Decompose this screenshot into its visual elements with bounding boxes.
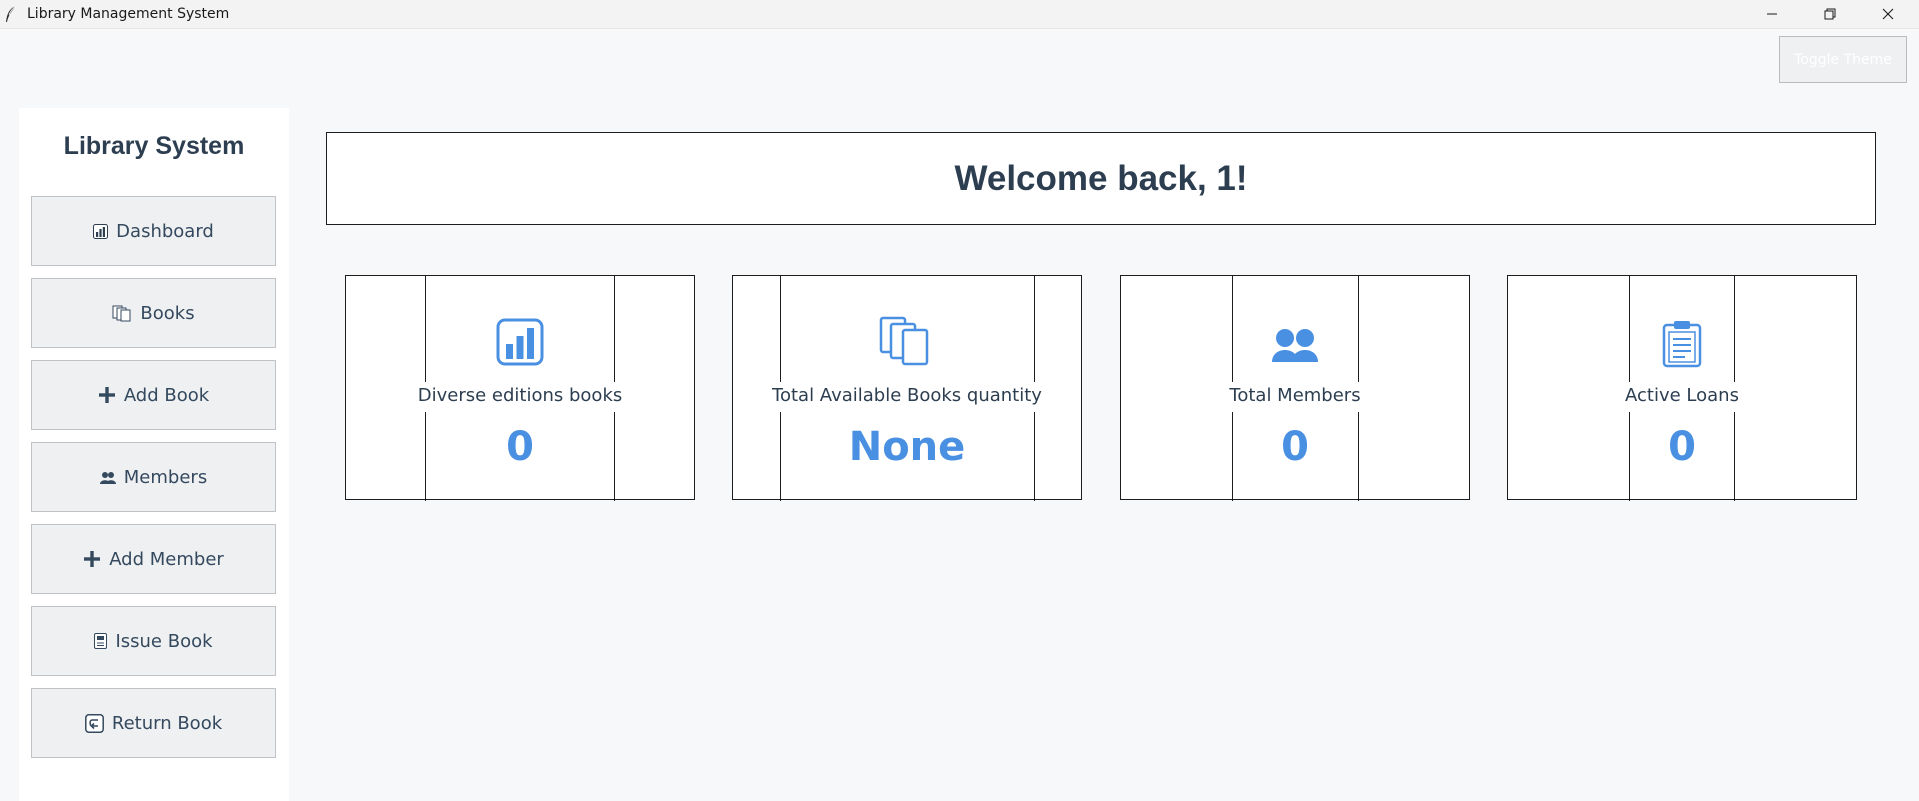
clipboard-icon	[1508, 320, 1856, 368]
card-label: Active Loans	[1625, 385, 1739, 406]
toggle-theme-button[interactable]: Toggle Theme	[1779, 36, 1907, 83]
card-value: None	[848, 424, 966, 470]
feather-icon	[5, 5, 17, 23]
card-label: Total Members	[1229, 385, 1361, 406]
members-icon	[99, 471, 116, 484]
sidebar-item-label: Books	[140, 302, 195, 324]
sidebar-item-return-book[interactable]: Return Book	[31, 688, 276, 758]
close-button[interactable]	[1859, 0, 1917, 29]
stat-card-active-loans: Active Loans 0	[1507, 275, 1857, 501]
stat-card-available-books: Total Available Books quantity None	[732, 275, 1082, 501]
sidebar: Library System Dashboard Books Add Book …	[19, 108, 289, 801]
stat-card-diverse-editions: Diverse editions books 0	[345, 275, 695, 501]
minimize-button[interactable]	[1743, 0, 1801, 29]
sidebar-item-label: Dashboard	[116, 220, 214, 242]
close-icon	[1882, 5, 1894, 24]
sidebar-item-label: Add Book	[123, 384, 210, 406]
sidebar-item-dashboard[interactable]: Dashboard	[31, 196, 276, 266]
sidebar-title: Library System	[63, 132, 245, 160]
sidebar-item-members[interactable]: Members	[31, 442, 276, 512]
sidebar-item-label: Members	[123, 466, 208, 488]
plus-icon	[83, 550, 101, 568]
card-label: Diverse editions books	[417, 385, 623, 406]
restore-button[interactable]	[1801, 0, 1859, 29]
sidebar-item-issue-book[interactable]: Issue Book	[31, 606, 276, 676]
sidebar-item-books[interactable]: Books	[31, 278, 276, 348]
books-icon	[112, 305, 132, 322]
books-icon	[733, 316, 1081, 368]
restore-icon	[1824, 5, 1836, 24]
sidebar-item-add-book[interactable]: Add Book	[31, 360, 276, 430]
bar-chart-icon	[93, 223, 109, 239]
card-value: 0	[506, 424, 534, 470]
card-label: Total Available Books quantity	[772, 385, 1042, 406]
sidebar-item-label: Issue Book	[115, 630, 213, 652]
bar-chart-icon	[346, 318, 694, 366]
minimize-icon	[1766, 5, 1778, 24]
stat-card-total-members: Total Members 0	[1120, 275, 1470, 501]
sidebar-item-label: Add Member	[109, 548, 224, 570]
ledger-icon	[94, 633, 108, 649]
window-titlebar: Library Management System	[0, 0, 1919, 29]
window-title: Library Management System	[27, 6, 230, 22]
plus-icon	[98, 386, 116, 404]
members-icon	[1121, 326, 1469, 362]
return-icon	[84, 713, 104, 733]
card-value: 0	[1668, 424, 1696, 470]
sidebar-item-add-member[interactable]: Add Member	[31, 524, 276, 594]
sidebar-item-label: Return Book	[111, 712, 223, 734]
welcome-banner: Welcome back, 1!	[326, 132, 1876, 225]
card-value: 0	[1281, 424, 1309, 470]
